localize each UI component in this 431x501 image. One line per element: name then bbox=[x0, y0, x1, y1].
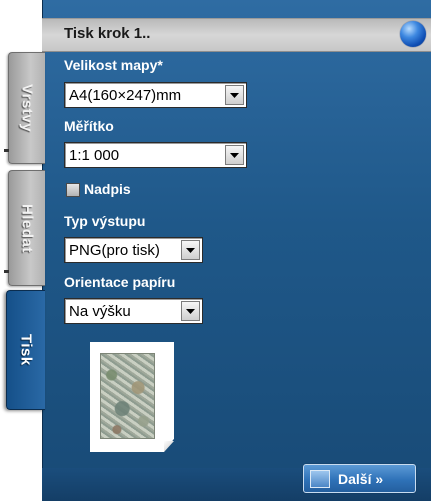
tab-hledat-label: Hledat bbox=[18, 203, 36, 253]
output-type-value: PNG(pro tisk) bbox=[69, 241, 160, 259]
window-icon bbox=[310, 469, 330, 488]
tab-vrstvy-label: Vrstvy bbox=[18, 83, 36, 133]
heading-checkbox[interactable] bbox=[66, 183, 80, 197]
map-thumbnail bbox=[100, 353, 155, 439]
orientation-label: Orientace papíru bbox=[64, 274, 176, 290]
chevron-down-icon[interactable] bbox=[225, 85, 244, 105]
map-size-select[interactable]: A4(160×247)mm bbox=[64, 82, 247, 108]
orientation-select[interactable]: Na výšku bbox=[64, 298, 203, 324]
map-size-label: Velikost mapy* bbox=[64, 57, 163, 73]
scale-select[interactable]: 1:1 000 bbox=[64, 142, 247, 168]
output-type-label: Typ výstupu bbox=[64, 213, 146, 229]
globe-icon[interactable] bbox=[400, 21, 426, 47]
orientation-value: Na výšku bbox=[69, 302, 131, 320]
next-button-label: Další » bbox=[338, 470, 384, 487]
tab-vrstvy[interactable]: Vrstvy bbox=[4, 52, 45, 164]
panel-title: Tisk krok 1.. bbox=[64, 25, 151, 42]
map-size-value: A4(160×247)mm bbox=[69, 86, 182, 104]
output-type-select[interactable]: PNG(pro tisk) bbox=[64, 237, 203, 263]
heading-checkbox-label: Nadpis bbox=[84, 181, 131, 197]
tab-tisk[interactable]: Tisk bbox=[6, 290, 45, 410]
tab-divider bbox=[4, 270, 9, 273]
tab-hledat[interactable]: Hledat bbox=[4, 170, 45, 286]
chevron-down-icon[interactable] bbox=[181, 240, 200, 260]
tab-divider bbox=[4, 149, 9, 152]
scale-value: 1:1 000 bbox=[69, 146, 120, 164]
next-button[interactable]: Další » bbox=[303, 464, 416, 493]
tab-tisk-label: Tisk bbox=[17, 334, 35, 366]
chevron-down-icon[interactable] bbox=[225, 145, 244, 165]
chevron-down-icon[interactable] bbox=[181, 301, 200, 321]
scale-label: Měřítko bbox=[64, 118, 114, 134]
